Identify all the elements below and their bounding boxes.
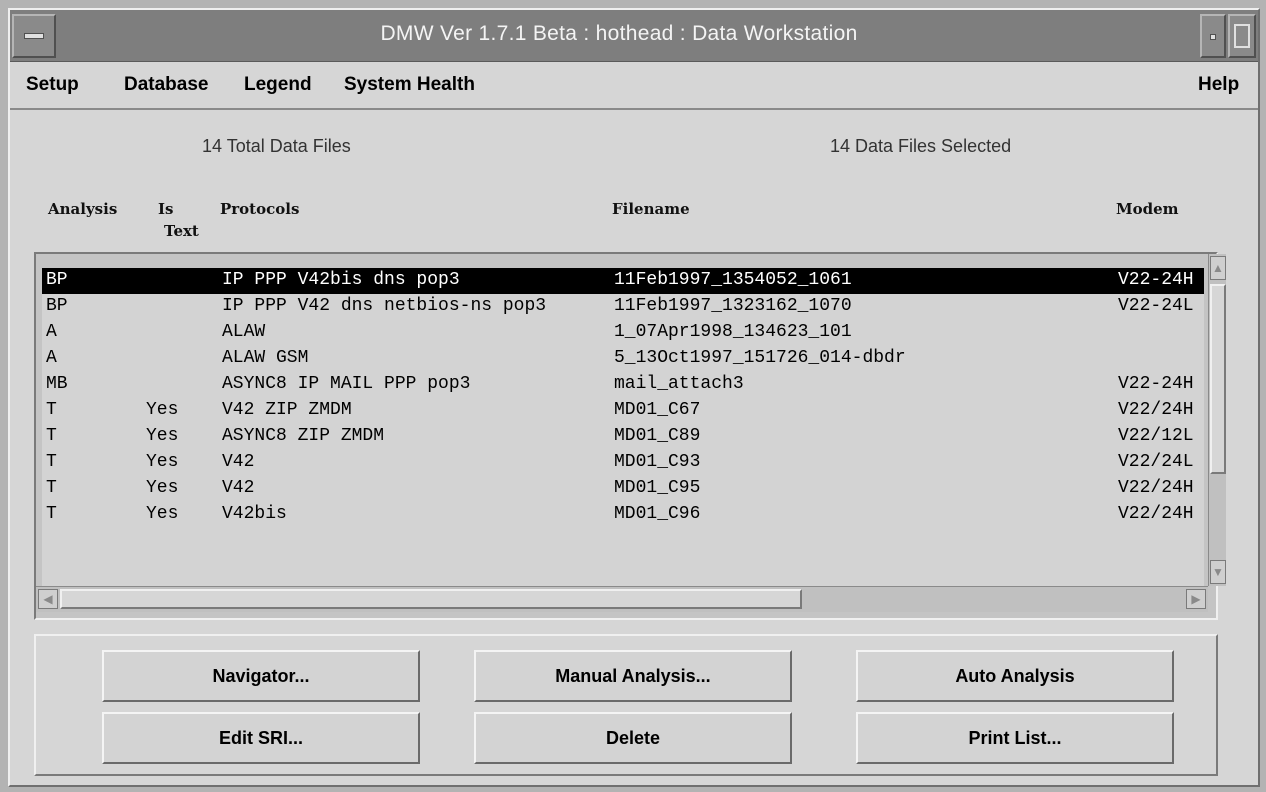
cell-modem: V22/24H	[1118, 478, 1194, 498]
cell-analysis: A	[46, 348, 57, 368]
title-bar[interactable]: DMW Ver 1.7.1 Beta : hothead : Data Work…	[10, 10, 1258, 62]
cell-protocols: ALAW GSM	[222, 348, 309, 368]
manual-analysis-button[interactable]: Manual Analysis...	[474, 650, 792, 702]
table-row[interactable]: A ALAW GSM 5_13Oct1997_151726_014-dbdr	[42, 346, 1204, 372]
horizontal-scrollbar[interactable]: ◀ ▶	[36, 586, 1208, 612]
table-row[interactable]: MB ASYNC8 IP MAIL PPP pop3 mail_attach3 …	[42, 372, 1204, 398]
cell-is-text: Yes	[146, 504, 179, 524]
table-row[interactable]: T Yes V42bis MD01_C96 V22/24H	[42, 502, 1204, 528]
cell-analysis: A	[46, 322, 57, 342]
cell-filename: MD01_C89	[614, 426, 701, 446]
cell-protocols: V42	[222, 478, 255, 498]
menu-database[interactable]: Database	[124, 74, 209, 96]
cell-filename: MD01_C95	[614, 478, 701, 498]
delete-button[interactable]: Delete	[474, 712, 792, 764]
cell-modem: V22/24H	[1118, 400, 1194, 420]
window-menu-icon[interactable]	[12, 14, 56, 58]
cell-analysis: T	[46, 478, 57, 498]
table-row[interactable]: T Yes V42 MD01_C95 V22/24H	[42, 476, 1204, 502]
cell-analysis: MB	[46, 374, 68, 394]
cell-protocols: ASYNC8 IP MAIL PPP pop3	[222, 374, 471, 394]
vertical-scroll-thumb[interactable]	[1210, 284, 1226, 474]
table-row[interactable]: A ALAW 1_07Apr1998_134623_101	[42, 320, 1204, 346]
menu-bar: Setup Database Legend System Health Help	[10, 62, 1258, 110]
cell-filename: 11Feb1997_1323162_1070	[614, 296, 852, 316]
maximize-icon[interactable]	[1228, 14, 1256, 58]
selected-files-label: 14 Data Files Selected	[830, 136, 1012, 156]
cell-protocols: V42 ZIP ZMDM	[222, 400, 352, 420]
cell-is-text: Yes	[146, 426, 179, 446]
total-files-label: 14 Total Data Files	[202, 136, 351, 156]
cell-is-text: Yes	[146, 452, 179, 472]
cell-filename: mail_attach3	[614, 374, 744, 394]
cell-filename: 5_13Oct1997_151726_014-dbdr	[614, 348, 906, 368]
cell-protocols: IP PPP V42bis dns pop3	[222, 270, 460, 290]
table-row[interactable]: BP IP PPP V42bis dns pop3 11Feb1997_1354…	[42, 268, 1204, 294]
column-header-protocols: Protocols	[220, 200, 300, 218]
cell-modem: V22/12L	[1118, 426, 1194, 446]
arrow-down-icon[interactable]: ▼	[1210, 560, 1226, 584]
table-row[interactable]: T Yes V42 MD01_C93 V22/24L	[42, 450, 1204, 476]
cell-filename: 11Feb1997_1354052_1061	[614, 270, 852, 290]
edit-sri-button[interactable]: Edit SRI...	[102, 712, 420, 764]
cell-is-text: Yes	[146, 400, 179, 420]
cell-analysis: T	[46, 426, 57, 446]
auto-analysis-button[interactable]: Auto Analysis	[856, 650, 1174, 702]
cell-filename: MD01_C67	[614, 400, 701, 420]
cell-filename: MD01_C93	[614, 452, 701, 472]
cell-analysis: T	[46, 504, 57, 524]
data-file-list-viewport[interactable]: BP IP PPP V42bis dns pop3 11Feb1997_1354…	[42, 268, 1204, 586]
cell-protocols: IP PPP V42 dns netbios-ns pop3	[222, 296, 547, 316]
cell-protocols: V42	[222, 452, 255, 472]
column-header-modem: Modem	[1116, 200, 1179, 218]
action-button-panel: Navigator... Manual Analysis... Auto Ana…	[34, 634, 1218, 776]
column-header-is-text-line2: Text	[164, 222, 199, 240]
vertical-scrollbar[interactable]: ▲ ▼	[1208, 254, 1226, 586]
table-row[interactable]: T Yes V42 ZIP ZMDM MD01_C67 V22/24H	[42, 398, 1204, 424]
navigator-button[interactable]: Navigator...	[102, 650, 420, 702]
cell-protocols: V42bis	[222, 504, 287, 524]
cell-analysis: T	[46, 400, 57, 420]
cell-modem: V22-24H	[1118, 270, 1194, 290]
cell-filename: 1_07Apr1998_134623_101	[614, 322, 852, 342]
menu-help[interactable]: Help	[1198, 74, 1239, 96]
cell-protocols: ASYNC8 ZIP ZMDM	[222, 426, 385, 446]
horizontal-scroll-thumb[interactable]	[60, 589, 802, 609]
minimize-icon[interactable]	[1200, 14, 1226, 58]
arrow-right-icon[interactable]: ▶	[1186, 589, 1206, 609]
arrow-left-icon[interactable]: ◀	[38, 589, 58, 609]
window-title: DMW Ver 1.7.1 Beta : hothead : Data Work…	[380, 22, 858, 45]
column-header-analysis: Analysis	[48, 200, 118, 218]
menu-system-health[interactable]: System Health	[344, 74, 475, 96]
print-list-button[interactable]: Print List...	[856, 712, 1174, 764]
table-row[interactable]: T Yes ASYNC8 ZIP ZMDM MD01_C89 V22/12L	[42, 424, 1204, 450]
cell-analysis: BP	[46, 296, 68, 316]
data-file-list[interactable]: BP IP PPP V42bis dns pop3 11Feb1997_1354…	[34, 252, 1226, 620]
arrow-up-icon[interactable]: ▲	[1210, 256, 1226, 280]
cell-modem: V22/24H	[1118, 504, 1194, 524]
cell-analysis: T	[46, 452, 57, 472]
column-header-filename: Filename	[612, 200, 690, 218]
cell-modem: V22-24L	[1118, 296, 1194, 316]
cell-modem: V22-24H	[1118, 374, 1194, 394]
column-header-is-text: Is	[158, 200, 174, 218]
cell-filename: MD01_C96	[614, 504, 701, 524]
menu-legend[interactable]: Legend	[244, 74, 312, 96]
menu-setup[interactable]: Setup	[26, 74, 79, 96]
cell-protocols: ALAW	[222, 322, 266, 342]
cell-modem: V22/24L	[1118, 452, 1194, 472]
table-row[interactable]: BP IP PPP V42 dns netbios-ns pop3 11Feb1…	[42, 294, 1204, 320]
cell-analysis: BP	[46, 270, 68, 290]
cell-is-text: Yes	[146, 478, 179, 498]
